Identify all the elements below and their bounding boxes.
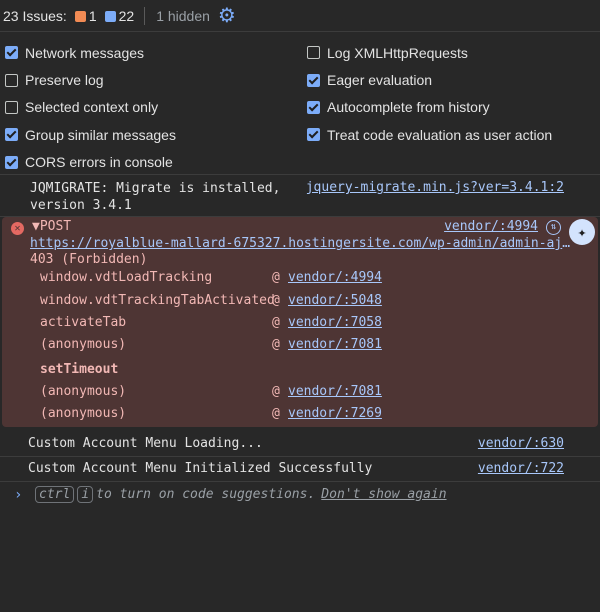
message-text: Custom Account Menu Initialized Successf… xyxy=(28,461,373,476)
setting-label: Selected context only xyxy=(25,99,159,116)
error-icon: ✕ xyxy=(11,222,24,235)
message-text: Custom Account Menu Loading... xyxy=(28,436,263,451)
stack-function: (anonymous) xyxy=(40,406,127,421)
warning-icon xyxy=(74,11,86,22)
source-link[interactable]: jquery-migrate.min.js?ver=3.4.1:2 xyxy=(306,180,564,195)
code-suggestions-hint: ctrl i to turn on code suggestions. Don'… xyxy=(35,486,447,503)
setting-selected-context[interactable]: Selected context only xyxy=(0,94,302,121)
console-message: JQMIGRATE: Migrate is installed, version… xyxy=(0,175,600,217)
setting-label: Treat code evaluation as user action xyxy=(327,126,553,143)
gear-icon[interactable]: ⚙ xyxy=(218,6,236,26)
hint-text: to turn on code suggestions. xyxy=(96,487,316,502)
source-link[interactable]: vendor/:630 xyxy=(478,436,564,451)
at-sign: @ xyxy=(272,337,280,352)
message-line: JQMIGRATE: Migrate is installed, xyxy=(30,181,281,196)
stack-location-link[interactable]: vendor/:7081 xyxy=(288,337,382,352)
at-sign: @ xyxy=(272,293,280,308)
checkbox[interactable] xyxy=(307,73,320,87)
i-key: i xyxy=(77,486,94,503)
issues-bar: 23 Issues: 1 22 1 hidden ⚙ xyxy=(0,0,600,32)
setting-autocomplete-history[interactable]: Autocomplete from history xyxy=(302,94,600,121)
checkbox[interactable] xyxy=(5,155,18,169)
chevron-right-icon: › xyxy=(14,487,23,503)
checkbox[interactable] xyxy=(307,100,320,114)
console-message: Custom Account Menu Initialized Successf… xyxy=(0,457,600,482)
at-sign: @ xyxy=(272,270,280,285)
stack-location-link[interactable]: vendor/:7081 xyxy=(288,384,382,399)
dont-show-again-link[interactable]: Don't show again xyxy=(321,487,446,502)
request-url-link[interactable]: https://royalblue-mallard-675327.hosting… xyxy=(30,236,571,251)
source-link[interactable]: vendor/:4994 xyxy=(444,219,538,234)
setting-preserve-log[interactable]: Preserve log xyxy=(0,66,302,93)
stack-location-link[interactable]: vendor/:5048 xyxy=(288,293,382,308)
stack-location-link[interactable]: vendor/:4994 xyxy=(288,270,382,285)
checkbox[interactable] xyxy=(5,73,18,87)
at-sign: @ xyxy=(272,384,280,399)
ctrl-key: ctrl xyxy=(35,486,75,503)
checkbox[interactable] xyxy=(5,100,18,114)
async-label: setTimeout xyxy=(40,362,119,377)
warning-count[interactable]: 1 xyxy=(89,8,97,24)
setting-eager-evaluation[interactable]: Eager evaluation xyxy=(302,66,600,93)
stack-location-link[interactable]: vendor/:7269 xyxy=(288,406,382,421)
setting-treat-code-eval[interactable]: Treat code evaluation as user action xyxy=(302,121,600,148)
checkbox[interactable] xyxy=(5,46,18,60)
hidden-count: 1 hidden xyxy=(156,7,210,24)
setting-label: Network messages xyxy=(25,44,145,61)
setting-label: Autocomplete from history xyxy=(327,99,490,116)
setting-label: Group similar messages xyxy=(25,126,176,143)
issues-count-label[interactable]: 23 Issues: xyxy=(3,8,67,24)
request-method-toggle[interactable]: ▼POST xyxy=(32,219,71,234)
message-line: version 3.4.1 xyxy=(30,198,132,213)
stack-function: activateTab xyxy=(40,315,127,330)
setting-log-xhr[interactable]: Log XMLHttpRequests xyxy=(302,39,600,66)
setting-label: Preserve log xyxy=(25,72,104,89)
stack-function: (anonymous) xyxy=(40,384,127,399)
message-text: JQMIGRATE: Migrate is installed, version… xyxy=(30,180,280,214)
stack-location-link[interactable]: vendor/:7058 xyxy=(288,315,382,330)
at-sign: @ xyxy=(272,406,280,421)
at-sign: @ xyxy=(272,315,280,330)
checkbox[interactable] xyxy=(307,128,320,142)
stack-function: window.vdtLoadTracking xyxy=(40,270,213,285)
setting-network-messages[interactable]: Network messages xyxy=(0,39,302,66)
network-request-icon[interactable]: ⇅ xyxy=(546,220,561,235)
console-prompt[interactable]: › ctrl i to turn on code suggestions. Do… xyxy=(0,482,600,516)
checkbox[interactable] xyxy=(5,128,18,142)
source-link[interactable]: vendor/:722 xyxy=(478,461,564,476)
console-settings: Network messages Log XMLHttpRequests Pre… xyxy=(0,32,600,175)
setting-label: Eager evaluation xyxy=(327,72,433,89)
checkbox[interactable] xyxy=(307,46,320,60)
stack-function: (anonymous) xyxy=(40,337,127,352)
console-message: Custom Account Menu Loading... vendor/:6… xyxy=(0,432,600,457)
setting-cors-errors[interactable]: CORS errors in console xyxy=(0,149,302,176)
setting-group-similar[interactable]: Group similar messages xyxy=(0,121,302,148)
understand-message-icon[interactable]: ✦ xyxy=(569,219,595,245)
info-count[interactable]: 22 xyxy=(119,8,135,24)
stack-function: window.vdtTrackingTabActivated xyxy=(40,293,275,308)
info-icon xyxy=(104,11,116,22)
divider xyxy=(144,6,146,25)
status-text: 403 (Forbidden) xyxy=(30,252,148,267)
console-error: ✕ ▼POST vendor/:4994 ⇅ ✦ https://royalbl… xyxy=(2,217,598,427)
setting-label: CORS errors in console xyxy=(25,154,173,171)
setting-label: Log XMLHttpRequests xyxy=(327,44,468,61)
